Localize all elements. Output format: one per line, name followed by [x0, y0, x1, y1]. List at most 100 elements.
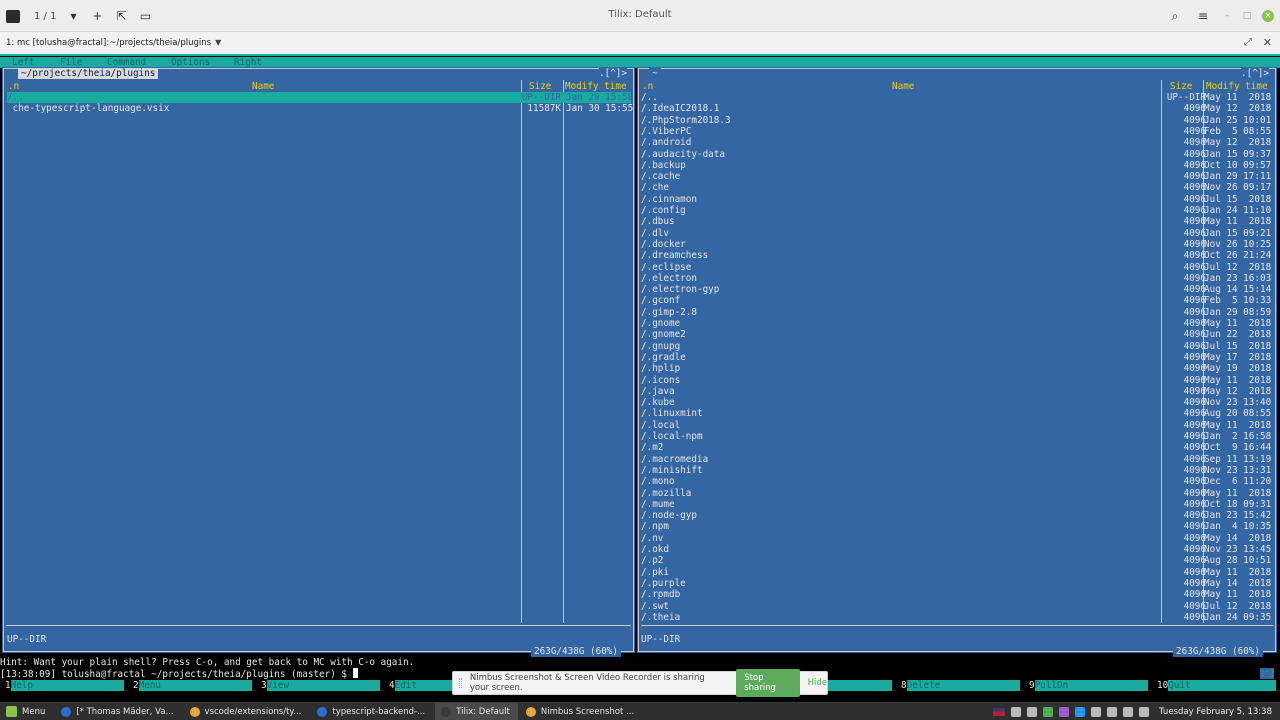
fkey-pulldn[interactable]: 9 PullDn [1024, 680, 1152, 691]
table-row[interactable]: /.electron-gyp 4096 Aug 14 15:14 [641, 284, 1273, 295]
maximize-icon[interactable]: □ [1242, 11, 1252, 21]
fkey-delete[interactable]: 8 Delete [896, 680, 1024, 691]
search-icon[interactable]: ⌕ [1166, 7, 1184, 25]
table-row[interactable]: /.kube 4096 Nov 23 13:40 [641, 397, 1273, 408]
table-row[interactable]: /.rpmdb 4096 May 11 2018 [641, 589, 1273, 600]
table-row[interactable]: /.mono 4096 Dec 6 11:20 [641, 476, 1273, 487]
fkey-quit[interactable]: 10 Quit [1152, 680, 1280, 691]
taskbar-item[interactable]: Tilix: Default [435, 702, 518, 720]
panel-corner-controls[interactable]: .[^]> [1241, 68, 1269, 79]
table-row[interactable]: /.pki 4096 May 11 2018 [641, 567, 1273, 578]
shell-prompt[interactable]: [13:38:09] tolusha@fractal ~/projects/th… [0, 668, 358, 680]
column-header-name[interactable]: Name [252, 81, 274, 92]
taskbar-item[interactable]: typescript-backend-... [311, 703, 433, 720]
column-header-name[interactable]: Name [892, 81, 914, 92]
left-file-panel[interactable]: ~/projects/theia/plugins .[^]> .n Name S… [2, 67, 635, 657]
table-row[interactable]: /.local 4096 May 11 2018 [641, 420, 1273, 431]
table-row[interactable]: /.nv 4096 May 14 2018 [641, 533, 1273, 544]
table-row[interactable]: /.gconf 4096 Feb 5 10:33 [641, 295, 1273, 306]
table-row[interactable]: /.okd 4096 Nov 23 13:45 [641, 544, 1273, 555]
skype-icon[interactable] [1075, 706, 1086, 717]
network-icon[interactable] [1091, 706, 1102, 717]
mc-menu-left[interactable]: Left [12, 57, 34, 68]
table-row[interactable]: /.hplip 4096 May 19 2018 [641, 363, 1273, 374]
volume-icon[interactable] [1123, 706, 1134, 717]
mc-menu-file[interactable]: File [60, 57, 82, 68]
table-row[interactable]: /.gimp-2.8 4096 Jan 29 08:59 [641, 307, 1273, 318]
maximize-terminal-icon[interactable]: ⤢ [1244, 37, 1252, 48]
column-header-time[interactable]: Modify time [565, 81, 627, 92]
table-row[interactable]: /.. UP--DIR May 11 2018 [641, 92, 1273, 103]
close-terminal-icon[interactable]: ✕ [1263, 36, 1272, 49]
table-row[interactable]: che-typescript-language.vsix 11587K Jan 30… [7, 103, 634, 114]
keyboard-layout-flag-icon[interactable] [993, 707, 1006, 716]
table-row[interactable]: /.cinnamon 4096 Jul 15 2018 [641, 194, 1273, 205]
table-row[interactable]: /.theia 4096 Jan 24 09:35 [641, 612, 1273, 623]
table-row[interactable]: /.eclipse 4096 Jul 12 2018 [641, 262, 1273, 273]
table-row[interactable]: /.dbus 4096 May 11 2018 [641, 216, 1273, 227]
table-row[interactable]: /.minishift 4096 Nov 23 13:31 [641, 465, 1273, 476]
bluetooth-icon[interactable] [1107, 706, 1118, 717]
table-row[interactable]: /.IdeaIC2018.1 4096 May 12 2018 [641, 103, 1273, 114]
caret-down-icon[interactable]: ▼ [215, 38, 221, 47]
table-row[interactable]: /.mume 4096 Oct 18 09:31 [641, 499, 1273, 510]
table-row[interactable]: /.p2 4096 Aug 28 10:51 [641, 555, 1273, 566]
table-row[interactable]: /.swt 4096 Jul 12 2018 [641, 601, 1273, 612]
column-header-time[interactable]: Modify time [1206, 81, 1268, 92]
session-title[interactable]: 1: mc [tolusha@fractal]:~/projects/theia… [6, 38, 221, 48]
mc-menu-command[interactable]: Command [107, 57, 146, 68]
column-header-size[interactable]: Size [529, 81, 551, 92]
clock[interactable]: Tuesday February 5, 13:38 [1159, 707, 1272, 717]
table-row[interactable]: /.dreamchess 4096 Oct 26 21:24 [641, 250, 1273, 261]
table-row[interactable]: /.che 4096 Nov 26 09:17 [641, 182, 1273, 193]
viber-icon[interactable] [1059, 706, 1070, 717]
table-row[interactable]: /.m2 4096 Oct 9 16:44 [641, 442, 1273, 453]
table-row[interactable]: /.local-npm 4096 Jan 2 16:58 [641, 431, 1273, 442]
stop-sharing-button[interactable]: Stop sharing [736, 669, 800, 697]
shield-icon[interactable] [1043, 706, 1054, 717]
clipboard-icon[interactable] [1027, 706, 1038, 717]
taskbar-item[interactable]: vscode/extensions/ty... [184, 703, 310, 720]
column-header-size[interactable]: Size [1170, 81, 1192, 92]
table-row[interactable]: /.linuxmint 4096 Aug 20 08:55 [641, 408, 1273, 419]
drag-handle-icon[interactable] [459, 678, 462, 688]
column-header-sort[interactable]: .n [8, 81, 19, 92]
minimize-icon[interactable]: – [1222, 11, 1232, 21]
taskbar-item[interactable]: [* Thomas Mäder, Va... [55, 703, 181, 720]
table-row[interactable]: /.java 4096 May 12 2018 [641, 386, 1273, 397]
table-row[interactable]: /.gradle 4096 May 17 2018 [641, 352, 1273, 363]
table-row[interactable]: /.audacity-data 4096 Jan 15 09:37 [641, 149, 1273, 160]
table-row[interactable]: /.gnome2 4096 Jun 22 2018 [641, 329, 1273, 340]
table-row[interactable]: /.electron 4096 Jan 23 16:03 [641, 273, 1273, 284]
table-row[interactable]: /.config 4096 Jan 24 11:10 [641, 205, 1273, 216]
mc-menu-options[interactable]: Options [171, 57, 210, 68]
hide-banner-link[interactable]: Hide [808, 678, 827, 688]
table-row[interactable]: /.gnome 4096 May 11 2018 [641, 318, 1273, 329]
table-row[interactable]: /.macromedia 4096 Sep 11 13:19 [641, 454, 1273, 465]
table-row[interactable]: /.purple 4096 May 14 2018 [641, 578, 1273, 589]
table-row[interactable]: /.mozilla 4096 May 11 2018 [641, 488, 1273, 499]
right-file-panel[interactable]: ~ .[^]> .n Name Size Modify time /.. UP--… [637, 67, 1277, 657]
table-row[interactable]: /.ViberPC 4096 Feb 5 08:55 [641, 126, 1273, 137]
battery-icon[interactable] [1139, 706, 1150, 717]
hamburger-menu-icon[interactable]: ≡ [1194, 7, 1212, 25]
fkey-view[interactable]: 3 View [256, 680, 384, 691]
start-menu-button[interactable]: Menu [0, 703, 55, 720]
table-row[interactable]: /.dlv 4096 Jan 15 09:21 [641, 228, 1273, 239]
table-row[interactable]: /.android 4096 May 12 2018 [641, 137, 1273, 148]
table-row[interactable]: /.cache 4096 Jan 29 17:11 [641, 171, 1273, 182]
close-window-icon[interactable]: × [1262, 10, 1274, 22]
table-row[interactable]: /.node-gyp 4096 Jan 23 15:42 [641, 510, 1273, 521]
column-header-sort[interactable]: .n [642, 81, 653, 92]
table-row[interactable]: /.. UP--DIR Jan 29 15:58 [7, 92, 633, 104]
panel-corner-controls[interactable]: .[^]> [599, 68, 627, 79]
fkey-help[interactable]: 1 Help [0, 680, 128, 691]
fkey-menu[interactable]: 2 Menu [128, 680, 256, 691]
table-row[interactable]: /.backup 4096 Oct 10 09:57 [641, 160, 1273, 171]
table-row[interactable]: /.docker 4096 Nov 26 10:25 [641, 239, 1273, 250]
table-row[interactable]: /.npm 4096 Jan 4 10:35 [641, 521, 1273, 532]
table-row[interactable]: /.gnupg 4096 Jul 15 2018 [641, 341, 1273, 352]
trash-icon[interactable] [1011, 706, 1022, 717]
table-row[interactable]: /.icons 4096 May 11 2018 [641, 375, 1273, 386]
taskbar-item[interactable]: Nimbus Screenshot ... [520, 703, 642, 720]
